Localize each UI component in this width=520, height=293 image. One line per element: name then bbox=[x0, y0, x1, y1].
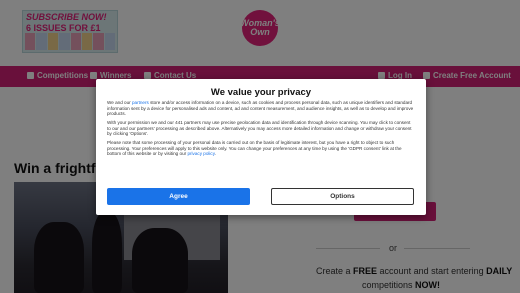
consent-paragraph-2: With your permission we and our 441 part… bbox=[107, 119, 412, 137]
privacy-policy-link[interactable]: privacy policy bbox=[187, 151, 214, 156]
consent-paragraph-1: We and our partners store and/or access … bbox=[107, 100, 414, 117]
consent-title: We value your privacy bbox=[210, 87, 312, 98]
partners-link[interactable]: partners bbox=[132, 100, 149, 105]
consent-body: We and our partners store and/or access … bbox=[107, 100, 415, 160]
agree-button[interactable]: Agree bbox=[107, 188, 250, 205]
options-button[interactable]: Options bbox=[271, 188, 414, 205]
consent-paragraph-3: Please note that some processing of your… bbox=[107, 139, 402, 157]
